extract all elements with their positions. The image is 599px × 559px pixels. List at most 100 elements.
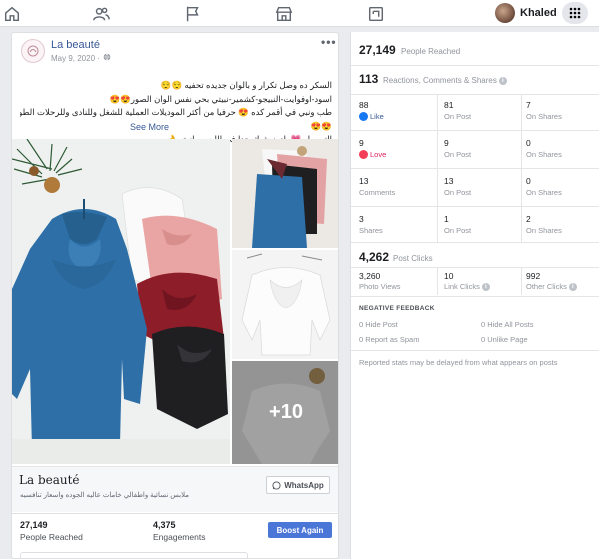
info-icon[interactable]: i	[481, 283, 490, 292]
post-photo-2[interactable]	[232, 139, 338, 248]
globe-icon	[103, 53, 111, 63]
post-clicks-value: 4,262	[359, 250, 390, 264]
whatsapp-icon	[272, 480, 281, 490]
caption-line: 😍😍	[310, 120, 332, 131]
insights-reached-label: People Reached	[401, 47, 461, 56]
photo-views-value: 3,260	[359, 271, 381, 281]
love-on-post: 9	[444, 138, 449, 148]
on-shares-label: On Shares	[526, 150, 562, 159]
like-reaction-icon	[359, 112, 368, 121]
user-profile-button[interactable]: Khaled	[495, 2, 557, 24]
post-photo-main[interactable]	[12, 139, 230, 464]
divider	[521, 267, 522, 295]
engagements-value: 4,375	[153, 520, 176, 530]
like-on-post: 81	[444, 100, 454, 110]
comments-on-shares: 0	[526, 176, 531, 186]
insights-reached-value: 27,149	[359, 43, 396, 57]
info-icon[interactable]: i	[498, 76, 507, 85]
whatsapp-label: WhatsApp	[284, 480, 324, 490]
people-reached-label: People Reached	[20, 532, 83, 542]
link-clicks-label: Link Clicks i	[444, 282, 490, 292]
comments-label: Comments	[359, 188, 396, 197]
pages-icon[interactable]	[366, 4, 386, 24]
divider	[351, 206, 599, 207]
divider	[351, 168, 599, 169]
home-icon[interactable]	[2, 4, 22, 24]
like-total: 88	[359, 100, 369, 110]
friends-icon[interactable]	[91, 4, 111, 24]
shares-label: Shares	[359, 226, 383, 235]
on-post-label: On Post	[444, 150, 472, 159]
brand-description: ملابس نسائية واطفالي خامات عاليه الجوده …	[20, 492, 190, 499]
grid-icon	[569, 7, 581, 19]
post-clicks-label: Post Clicks	[393, 254, 433, 263]
brand-name[interactable]: La beauté	[19, 473, 80, 487]
on-shares-label: On Shares	[526, 112, 562, 121]
post-date-text: May 9, 2020 ·	[51, 53, 100, 63]
on-post-label: On Post	[444, 188, 472, 197]
more-options-icon[interactable]: •••	[321, 35, 337, 49]
negative-feedback-title: NEGATIVE FEEDBACK	[359, 305, 435, 312]
marketplace-icon[interactable]	[274, 4, 294, 24]
top-navigation-bar: Khaled	[0, 0, 599, 27]
unlike-page-stat: 0 Unlike Page	[481, 335, 528, 344]
divider	[351, 94, 599, 95]
divider	[351, 296, 599, 297]
caption-line: اسود-اوفوايت-النبيجو-كشمير-نبيتي بحي نفس…	[109, 93, 332, 104]
divider	[351, 242, 599, 243]
divider	[351, 130, 599, 131]
divider	[351, 267, 599, 268]
link-clicks-value: 10	[444, 271, 454, 281]
shares-on-shares: 2	[526, 214, 531, 224]
see-more-link[interactable]: See More	[130, 122, 169, 132]
love-reaction-icon	[359, 150, 368, 159]
divider	[351, 350, 599, 351]
boost-again-button[interactable]: Boost Again	[268, 522, 332, 538]
avatar	[495, 3, 515, 23]
post-photo-4-more[interactable]: +10	[232, 361, 338, 464]
other-clicks-label: Other Clicks i	[526, 282, 577, 292]
on-shares-label: On Shares	[526, 188, 562, 197]
page-logo[interactable]	[21, 39, 45, 63]
post-card: La beauté May 9, 2020 · ••• السكر ده وصل…	[11, 32, 339, 559]
love-total: 9	[359, 138, 364, 148]
on-post-label: On Post	[444, 112, 472, 121]
shares-on-post: 1	[444, 214, 449, 224]
report-spam-stat: 0 Report as Spam	[359, 335, 420, 344]
post-actions-strip	[20, 552, 248, 558]
hide-post-stat: 0 Hide Post	[359, 320, 398, 329]
post-stats-footer: 27,149 People Reached 4,375 Engagements …	[12, 513, 338, 558]
caption-line: السكر ده وصل تكرار و بالوان جديده تحفيه …	[160, 80, 332, 90]
people-reached-value: 27,149	[20, 520, 48, 530]
user-name: Khaled	[520, 7, 557, 19]
post-insights-panel: 27,149 People Reached 113 Reactions, Com…	[350, 32, 599, 559]
caption-line: طب ونبي في أقمر كده 😍 حرفيا من أكثر المو…	[20, 107, 332, 117]
comments-on-post: 13	[444, 176, 454, 186]
reactions-total-label: Reactions, Comments & Shares i	[383, 76, 507, 85]
whatsapp-button[interactable]: WhatsApp	[266, 476, 330, 494]
menu-grid-button[interactable]	[562, 2, 588, 24]
divider	[351, 65, 599, 66]
engagements-label: Engagements	[153, 532, 206, 542]
on-shares-label: On Shares	[526, 226, 562, 235]
post-caption: السكر ده وصل تكرار و بالوان جديده تحفيه …	[20, 79, 332, 147]
shares-total: 3	[359, 214, 364, 224]
stats-delay-note: Reported stats may be delayed from what …	[359, 358, 558, 367]
like-label: Like	[359, 112, 384, 121]
post-date[interactable]: May 9, 2020 ·	[51, 53, 111, 63]
other-clicks-value: 992	[526, 271, 541, 281]
comments-total: 13	[359, 176, 369, 186]
like-on-shares: 7	[526, 100, 531, 110]
on-post-label: On Post	[444, 226, 472, 235]
flag-icon[interactable]	[183, 4, 203, 24]
post-photo-3[interactable]	[232, 250, 338, 359]
hide-all-posts-stat: 0 Hide All Posts	[481, 320, 534, 329]
page-attribution-bar: La beauté ملابس نسائية واطفالي خامات عال…	[12, 466, 338, 512]
divider	[437, 267, 438, 295]
info-icon[interactable]: i	[568, 283, 577, 292]
reactions-total-value: 113	[359, 72, 379, 86]
photo-views-label: Photo Views	[359, 282, 401, 291]
page-name-link[interactable]: La beauté	[51, 39, 100, 51]
more-photos-overlay[interactable]: +10	[232, 361, 338, 464]
love-label: Love	[359, 150, 386, 159]
